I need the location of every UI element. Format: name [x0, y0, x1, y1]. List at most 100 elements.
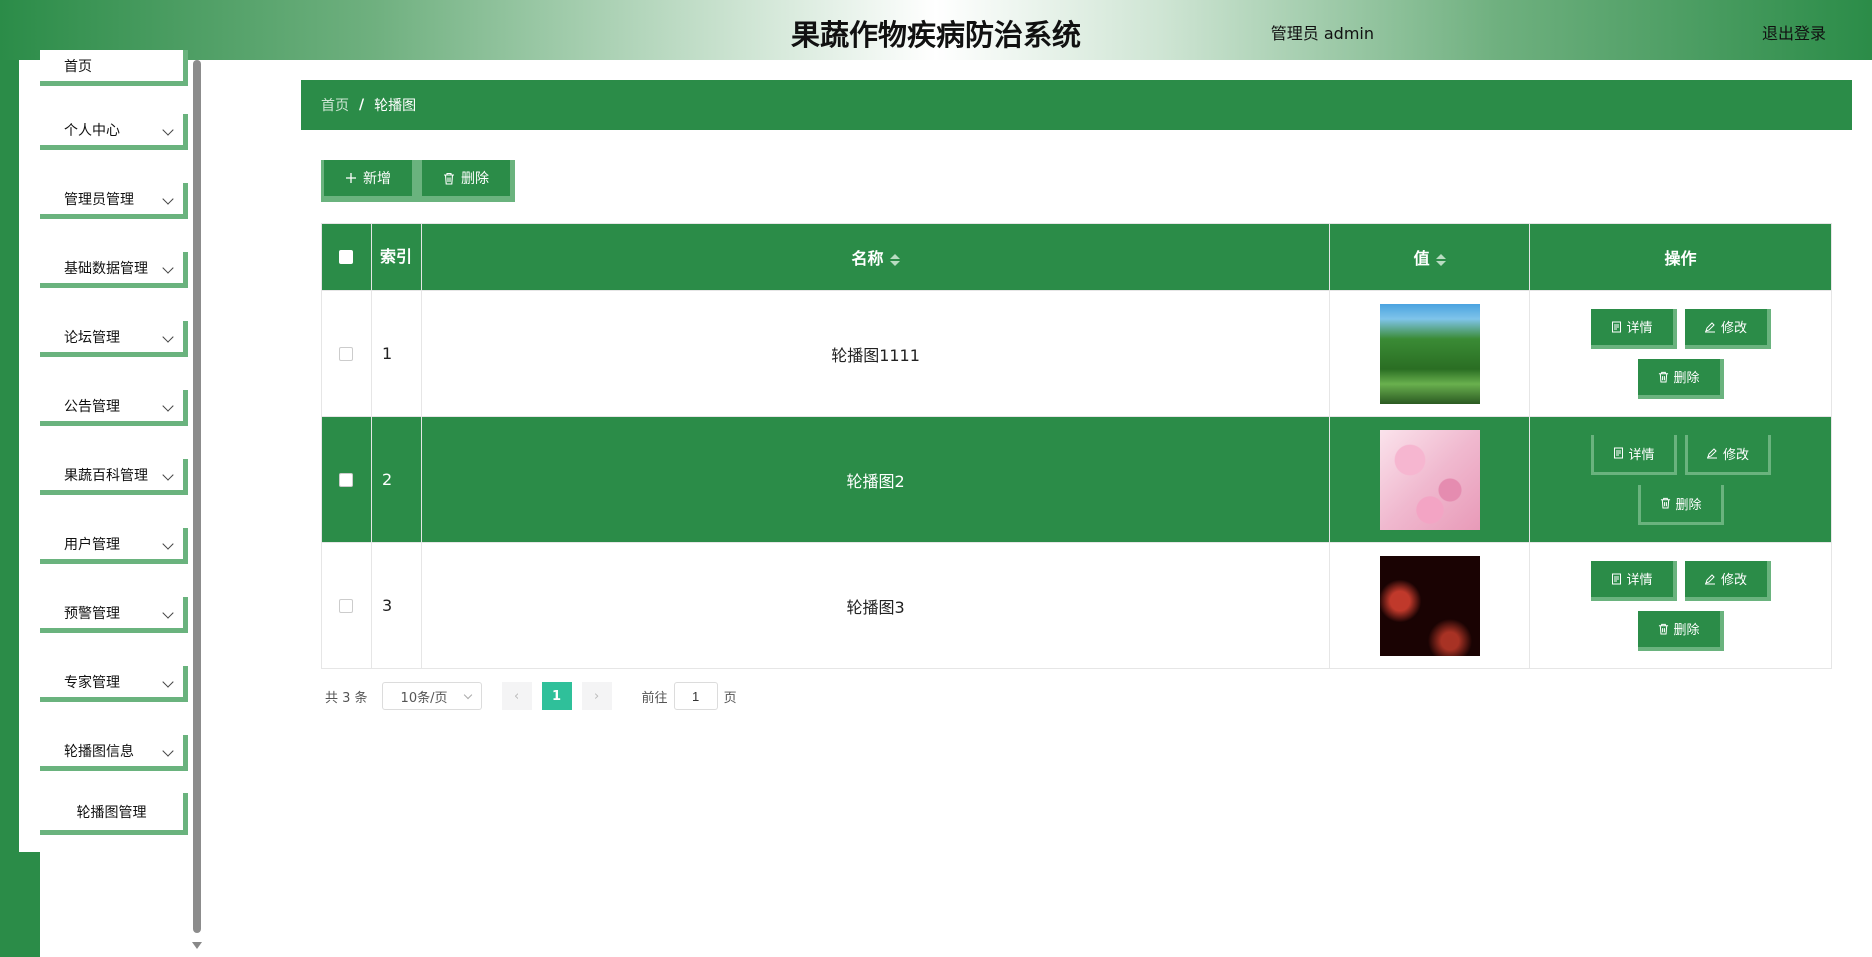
chevron-down-icon [162, 538, 174, 550]
row-select-cell [321, 416, 372, 543]
edit-icon [1705, 573, 1716, 584]
chevron-down-icon [162, 607, 174, 619]
current-user-label: 管理员 admin [1270, 24, 1374, 43]
row-checkbox[interactable] [339, 598, 354, 613]
sort-icon[interactable] [889, 253, 900, 266]
sidebar-item-notice[interactable]: 公告管理 [40, 390, 188, 426]
next-page-button[interactable]: › [581, 682, 612, 710]
row-ops-cell: 详情 修改 删除 [1529, 290, 1832, 417]
sidebar-item-label: 预警管理 [64, 605, 120, 622]
scroll-down-arrow-icon[interactable] [192, 942, 202, 949]
chevron-down-icon [162, 331, 174, 343]
table-header-row: 索引 名称 值 操作 [321, 223, 1832, 291]
page-number-current[interactable]: 1 [541, 682, 572, 710]
sidebar-item-label: 首页 [64, 58, 92, 75]
batch-delete-button-label: 删除 [461, 171, 489, 187]
col-header-name[interactable]: 名称 [420, 223, 1331, 291]
edit-button-label: 修改 [1721, 321, 1748, 336]
col-header-name-label: 名称 [851, 249, 884, 268]
detail-button[interactable]: 详情 [1590, 434, 1677, 475]
row-checkbox[interactable] [339, 472, 354, 487]
detail-button-label: 详情 [1628, 447, 1655, 463]
carousel-table: 索引 名称 值 操作 1 轮播图1111 详情 修改 删除 2 轮播图2 详情 … [321, 223, 1832, 669]
chevron-down-icon [162, 676, 174, 688]
col-header-value-label: 值 [1413, 249, 1430, 268]
chevron-down-icon [162, 193, 174, 205]
row-ops-cell: 详情 修改 删除 [1529, 542, 1832, 669]
row-index: 3 [370, 542, 422, 669]
detail-button[interactable]: 详情 [1590, 560, 1677, 601]
logout-button[interactable]: 退出登录 [1762, 20, 1826, 44]
sidebar-item-admin-management[interactable]: 管理员管理 [40, 183, 188, 219]
sidebar-item-forum[interactable]: 论坛管理 [40, 321, 188, 357]
trash-icon [1658, 371, 1668, 383]
page-suffix: 页 [723, 690, 737, 706]
row-index: 2 [370, 416, 422, 543]
page-size-select[interactable]: 10条/页 [381, 682, 482, 710]
carousel-image-forest[interactable] [1379, 303, 1480, 404]
page-size-value: 10条/页 [400, 690, 448, 706]
sidebar-item-encyclopedia[interactable]: 果蔬百科管理 [40, 459, 188, 495]
detail-button-label: 详情 [1626, 321, 1653, 336]
sidebar-item-label: 基础数据管理 [64, 260, 148, 277]
row-checkbox[interactable] [339, 346, 354, 361]
sort-icon[interactable] [1435, 253, 1446, 266]
chevron-down-icon [162, 400, 174, 412]
delete-button-label: 删除 [1673, 623, 1700, 638]
sidebar-item-label: 用户管理 [64, 536, 120, 553]
edit-button[interactable]: 修改 [1684, 308, 1771, 349]
prev-page-button[interactable]: ‹ [501, 682, 532, 710]
row-name: 轮播图1111 [420, 290, 1331, 417]
document-icon [1611, 321, 1621, 332]
sidebar-subitem-carousel-management[interactable]: 轮播图管理 [40, 793, 188, 835]
carousel-image-lanterns[interactable] [1379, 555, 1480, 656]
select-all-cell [321, 223, 372, 291]
carousel-image-cherry-blossom[interactable] [1379, 429, 1480, 530]
sidebar-item-basic-data[interactable]: 基础数据管理 [40, 252, 188, 288]
goto-label: 前往 [641, 690, 668, 706]
sidebar-item-home[interactable]: 首页 [40, 50, 188, 86]
sidebar-item-carousel-info[interactable]: 轮播图信息 [40, 735, 188, 771]
detail-button[interactable]: 详情 [1590, 308, 1677, 349]
sidebar-item-users[interactable]: 用户管理 [40, 528, 188, 564]
row-name: 轮播图3 [420, 542, 1331, 669]
breadcrumb-home-link[interactable]: 首页 [321, 95, 349, 115]
col-header-value[interactable]: 值 [1329, 223, 1531, 291]
edit-icon [1707, 448, 1718, 459]
row-value-cell [1329, 290, 1531, 417]
goto-page-input[interactable] [673, 682, 718, 710]
sidebar-scrollbar[interactable] [193, 60, 201, 933]
pagination-total: 共 3 条 [325, 690, 368, 706]
sidebar-item-label: 个人中心 [64, 122, 120, 139]
sidebar-item-label: 论坛管理 [64, 329, 120, 346]
edit-button[interactable]: 修改 [1684, 434, 1771, 475]
sidebar-item-label: 公告管理 [64, 398, 120, 415]
sidebar-subitem-label: 轮播图管理 [76, 804, 147, 821]
sidebar-item-label: 专家管理 [64, 674, 120, 691]
delete-button-label: 删除 [1673, 371, 1700, 386]
add-button[interactable]: 新增 [324, 160, 412, 196]
sidebar-item-profile[interactable]: 个人中心 [40, 114, 188, 150]
row-select-cell [321, 542, 372, 669]
trash-icon [1660, 497, 1670, 509]
sidebar-item-label: 果蔬百科管理 [64, 467, 148, 484]
breadcrumb: 首页 / 轮播图 [301, 80, 1852, 130]
col-header-index: 索引 [370, 223, 422, 291]
top-header: 果蔬作物疾病防治系统 管理员 admin 退出登录 [0, 0, 1872, 60]
col-header-ops: 操作 [1529, 223, 1832, 291]
table-row: 2 轮播图2 详情 修改 删除 [321, 416, 1832, 543]
chevron-left-icon: ‹ [513, 688, 520, 704]
delete-button[interactable]: 删除 [1637, 610, 1724, 651]
row-index: 1 [370, 290, 422, 417]
chevron-down-icon [162, 262, 174, 274]
delete-button[interactable]: 删除 [1637, 484, 1724, 525]
edit-button[interactable]: 修改 [1684, 560, 1771, 601]
chevron-right-icon: › [593, 688, 600, 704]
delete-button[interactable]: 删除 [1637, 358, 1724, 399]
select-all-checkbox[interactable] [339, 250, 354, 264]
chevron-down-icon [162, 469, 174, 481]
sidebar-item-experts[interactable]: 专家管理 [40, 666, 188, 702]
batch-delete-button[interactable]: 删除 [422, 160, 510, 196]
sidebar-item-warning[interactable]: 预警管理 [40, 597, 188, 633]
edit-button-label: 修改 [1721, 573, 1748, 588]
